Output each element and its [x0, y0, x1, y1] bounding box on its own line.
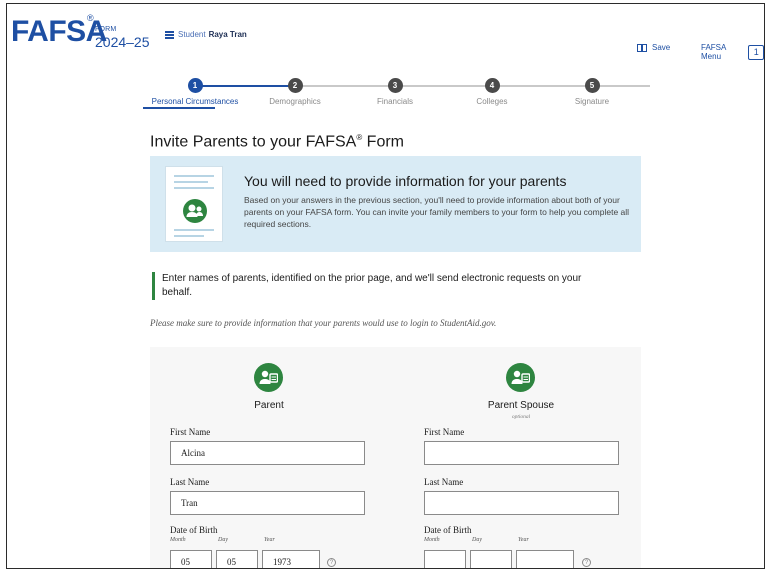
- step-number: 3: [387, 78, 403, 93]
- logo-registered-mark: ®: [87, 13, 94, 23]
- parent-dob-year-input[interactable]: 1973: [262, 550, 320, 568]
- step-number: 1: [187, 78, 203, 93]
- fafsa-menu-button[interactable]: FAFSA Menu 1: [701, 43, 764, 61]
- menu-icon: 1: [748, 44, 764, 60]
- parents-panel: Parent First Name Alcina Last Name Tran …: [150, 347, 641, 568]
- parent-dob-help-icon[interactable]: ?: [327, 558, 336, 567]
- step-colleges[interactable]: 4 Colleges: [447, 76, 537, 106]
- banner-heading: You will need to provide information for…: [244, 173, 567, 189]
- spouse-first-name-label: First Name: [424, 427, 465, 437]
- parent-last-name-input[interactable]: Tran: [170, 491, 365, 515]
- parent-card: Parent First Name Alcina Last Name Tran …: [150, 347, 390, 568]
- step-signature[interactable]: 5 Signature: [547, 76, 637, 106]
- parent-dob-day-input[interactable]: 05: [216, 550, 258, 568]
- save-icon: [637, 43, 647, 52]
- instruction-text: Enter names of parents, identified on th…: [152, 272, 602, 300]
- parent-dob-month-input[interactable]: 05: [170, 550, 212, 568]
- login-note: Please make sure to provide information …: [150, 318, 497, 328]
- info-banner: You will need to provide information for…: [150, 156, 641, 252]
- parent-title: Parent: [254, 400, 284, 411]
- banner-body: Based on your answers in the previous se…: [244, 195, 630, 229]
- spouse-month-label: Month: [424, 537, 440, 543]
- step-label: Demographics: [269, 97, 321, 106]
- parent-first-name-label: First Name: [170, 427, 211, 437]
- spouse-last-name-input[interactable]: [424, 491, 619, 515]
- parent-spouse-icon: [506, 363, 535, 392]
- parent-spouse-title: Parent Spouse: [487, 400, 555, 411]
- spouse-first-name-input[interactable]: [424, 441, 619, 465]
- form-illustration: [165, 166, 223, 242]
- step-demographics[interactable]: 2 Demographics: [250, 76, 340, 106]
- step-label: Financials: [376, 97, 413, 106]
- parent-icon: [254, 363, 283, 392]
- spouse-dob-day-input[interactable]: [470, 550, 512, 568]
- spouse-year-label: Year: [518, 537, 529, 543]
- progress-stepper: 1 Personal Circumstances 2 Demographics …: [135, 76, 650, 110]
- step-number: 2: [287, 78, 303, 93]
- page-title: Invite Parents to your FAFSA® Form: [150, 133, 404, 151]
- form-year: 2024–25: [95, 34, 150, 50]
- student-tag: Student Raya Tran: [165, 30, 247, 39]
- parent-first-name-input[interactable]: Alcina: [170, 441, 365, 465]
- step-label: Personal Circumstances: [151, 97, 239, 106]
- parents-icon: [183, 199, 207, 223]
- student-name: Raya Tran: [208, 30, 247, 39]
- parent-day-label: Day: [218, 537, 228, 543]
- student-label: Student: [178, 30, 206, 39]
- active-step-underline: [143, 107, 215, 109]
- app-window: FAFSA ® FORM 2024–25 Student Raya Tran S…: [6, 3, 765, 569]
- student-icon: [165, 30, 174, 39]
- parent-spouse-card: Parent Spouse optional First Name Last N…: [401, 347, 641, 568]
- spouse-dob-label: Date of Birth: [424, 525, 472, 535]
- spouse-dob-month-input[interactable]: [424, 550, 466, 568]
- spouse-day-label: Day: [472, 537, 482, 543]
- step-financials[interactable]: 3 Financials: [350, 76, 440, 106]
- parent-last-name-label: Last Name: [170, 477, 210, 487]
- save-label: Save: [652, 43, 671, 52]
- step-label: Signature: [574, 97, 610, 106]
- spouse-dob-help-icon[interactable]: ?: [582, 558, 591, 567]
- parent-spouse-optional: optional: [511, 414, 531, 420]
- step-label: Colleges: [476, 97, 508, 106]
- spouse-last-name-label: Last Name: [424, 477, 464, 487]
- menu-label: FAFSA Menu: [701, 43, 726, 61]
- parent-year-label: Year: [264, 537, 275, 543]
- site-header: FAFSA ® FORM 2024–25 Student Raya Tran S…: [7, 4, 764, 76]
- form-label: FORM: [95, 26, 117, 33]
- parent-month-label: Month: [170, 537, 186, 543]
- save-button[interactable]: Save: [637, 43, 670, 52]
- parent-dob-label: Date of Birth: [170, 525, 218, 535]
- step-number: 5: [584, 78, 600, 93]
- spouse-dob-year-input[interactable]: [516, 550, 574, 568]
- step-number: 4: [484, 78, 500, 93]
- step-personal-circumstances[interactable]: 1 Personal Circumstances: [150, 76, 240, 106]
